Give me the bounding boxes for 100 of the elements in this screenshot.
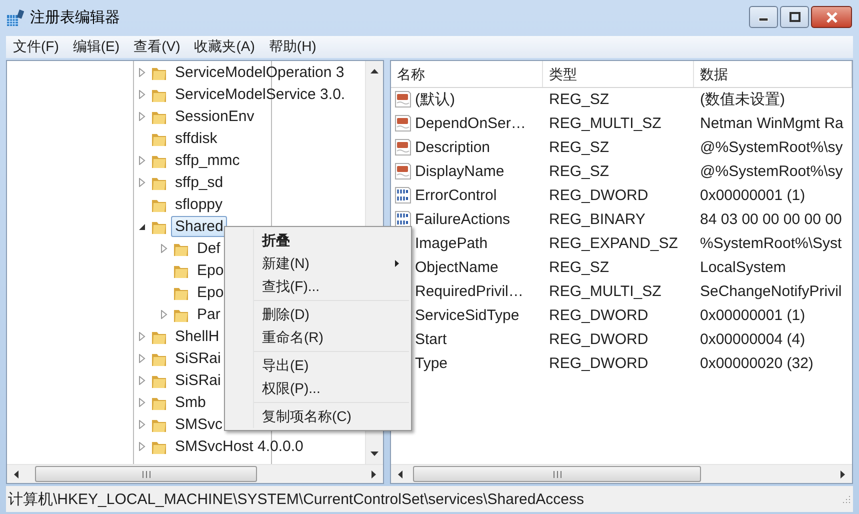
tree-item[interactable]: SMSvc xyxy=(171,414,227,436)
value-type: REG_DWORD xyxy=(548,355,650,372)
tree-item[interactable]: SessionEnv xyxy=(171,106,258,128)
tree-item[interactable]: Shared xyxy=(171,216,228,238)
close-button[interactable] xyxy=(811,6,852,28)
tree-item[interactable]: Par xyxy=(193,304,224,326)
status-path: 计算机\HKEY_LOCAL_MACHINE\SYSTEM\CurrentControlSet\services\SharedAccess xyxy=(8,490,584,509)
value-name[interactable]: Type xyxy=(415,355,448,372)
value-type: REG_MULTI_SZ xyxy=(548,283,662,300)
document-icon xyxy=(395,163,412,180)
scroll-left-icon[interactable] xyxy=(13,470,19,479)
expand-arrow-icon[interactable] xyxy=(138,156,146,166)
value-name[interactable]: Description xyxy=(415,139,490,156)
value-name[interactable]: ErrorControl xyxy=(415,187,497,204)
scroll-left-icon[interactable] xyxy=(397,470,403,479)
value-name[interactable]: FailureActions xyxy=(415,211,510,228)
maximize-icon xyxy=(788,12,800,22)
scroll-right-icon[interactable] xyxy=(371,470,377,479)
value-name[interactable]: RequiredPrivil… xyxy=(415,283,524,300)
value-type: REG_MULTI_SZ xyxy=(548,115,662,132)
menu-item[interactable]: 文件(F) xyxy=(6,38,66,56)
value-name[interactable]: ServiceSidType xyxy=(415,307,520,324)
tree-item[interactable]: sffdisk xyxy=(171,128,222,150)
menu-item[interactable]: 帮助(H) xyxy=(262,38,324,56)
menu-item[interactable]: 删除(D) xyxy=(254,303,409,326)
tree-item[interactable]: sfloppy xyxy=(171,194,227,216)
scroll-right-icon[interactable] xyxy=(840,470,846,479)
value-type: REG_SZ xyxy=(548,139,610,156)
value-name[interactable]: (默认) xyxy=(415,90,455,110)
column-header[interactable]: 名称 xyxy=(391,60,543,87)
horizontal-scrollbar[interactable] xyxy=(7,464,383,484)
expand-arrow-icon[interactable] xyxy=(138,68,146,78)
maximize-button[interactable] xyxy=(780,6,809,28)
registry-cubes-icon xyxy=(6,8,24,27)
value-name[interactable]: DependOnSer… xyxy=(415,115,526,132)
resize-grip-icon[interactable] xyxy=(841,494,851,504)
tree-item[interactable]: ServiceModelService 3.0. xyxy=(171,84,350,106)
value-data: 0x00000004 (4) xyxy=(699,331,806,348)
document-icon xyxy=(395,139,412,156)
value-name[interactable]: DisplayName xyxy=(415,163,504,180)
tree-item[interactable]: SiSRai xyxy=(171,348,225,370)
column-header[interactable]: 数据 xyxy=(694,60,852,87)
minimize-button[interactable] xyxy=(749,6,778,28)
tree-item[interactable]: Smb xyxy=(171,392,210,414)
value-data: @%SystemRoot%\sy xyxy=(699,163,844,180)
scroll-down-icon[interactable] xyxy=(370,451,379,458)
menu-item[interactable]: 编辑(E) xyxy=(66,38,127,56)
value-data: (数值未设置) xyxy=(699,90,786,110)
value-data: Netman WinMgmt Ra xyxy=(699,115,844,132)
value-type: REG_DWORD xyxy=(548,331,650,348)
scrollbar-thumb[interactable] xyxy=(35,466,257,482)
expand-arrow-icon[interactable] xyxy=(138,112,146,122)
binary-document-icon xyxy=(395,187,412,204)
expand-arrow-icon[interactable] xyxy=(138,90,146,100)
menu-item[interactable]: 导出(E) xyxy=(254,354,409,377)
tree-item[interactable]: Epo xyxy=(193,260,228,282)
expand-arrow-icon[interactable] xyxy=(138,376,146,386)
expand-arrow-icon[interactable] xyxy=(138,420,146,430)
menu-item[interactable]: 收藏夹(A) xyxy=(187,38,262,56)
expand-arrow-icon[interactable] xyxy=(160,310,168,320)
value-data: 0x00000001 (1) xyxy=(699,187,806,204)
value-type: REG_SZ xyxy=(548,91,610,108)
tree-item[interactable]: SMSvcHost 4.0.0.0 xyxy=(171,436,308,458)
tree-item[interactable]: Def xyxy=(193,238,224,260)
expand-arrow-icon[interactable] xyxy=(138,178,146,188)
menu-item[interactable]: 查看(V) xyxy=(126,38,188,56)
tree-item[interactable]: SiSRai xyxy=(171,370,225,392)
column-header[interactable]: 类型 xyxy=(543,60,694,87)
close-icon xyxy=(826,12,838,22)
value-name[interactable]: ObjectName xyxy=(415,259,498,276)
value-data: 0x00000001 (1) xyxy=(699,307,806,324)
value-type: REG_DWORD xyxy=(548,187,650,204)
value-name[interactable]: ImagePath xyxy=(415,235,488,252)
expand-arrow-icon[interactable] xyxy=(138,354,146,364)
menu-item[interactable]: 查找(F)... xyxy=(254,275,409,298)
scrollbar-thumb[interactable] xyxy=(413,466,701,482)
tree-item[interactable]: sffp_mmc xyxy=(171,150,244,172)
menu-item[interactable]: 新建(N) xyxy=(254,252,409,275)
menu-item[interactable]: 重命名(R) xyxy=(254,326,409,349)
tree-item[interactable]: ServiceModelOperation 3 xyxy=(171,62,348,84)
horizontal-scrollbar[interactable] xyxy=(391,464,852,484)
scroll-up-icon[interactable] xyxy=(370,68,379,74)
collapse-arrow-icon[interactable] xyxy=(138,222,146,231)
value-data: 84 03 00 00 00 00 00 xyxy=(699,211,843,228)
value-type: REG_BINARY xyxy=(548,211,646,228)
expand-arrow-icon[interactable] xyxy=(138,442,146,452)
tree-item[interactable]: ShellH xyxy=(171,326,224,348)
menu-item[interactable]: 折叠 xyxy=(254,229,409,252)
expand-arrow-icon[interactable] xyxy=(138,398,146,408)
expand-arrow-icon[interactable] xyxy=(138,332,146,342)
menu-item[interactable]: 权限(P)... xyxy=(254,377,409,400)
tree-item[interactable]: sffp_sd xyxy=(171,172,228,194)
value-data: 0x00000020 (32) xyxy=(699,355,814,372)
expand-arrow-icon[interactable] xyxy=(160,244,168,254)
value-data: @%SystemRoot%\sy xyxy=(699,139,844,156)
document-icon xyxy=(395,91,412,108)
value-type: REG_EXPAND_SZ xyxy=(548,235,679,252)
value-name[interactable]: Start xyxy=(415,331,447,348)
menu-item[interactable]: 复制项名称(C) xyxy=(254,405,409,428)
tree-item[interactable]: Epo xyxy=(193,282,228,304)
